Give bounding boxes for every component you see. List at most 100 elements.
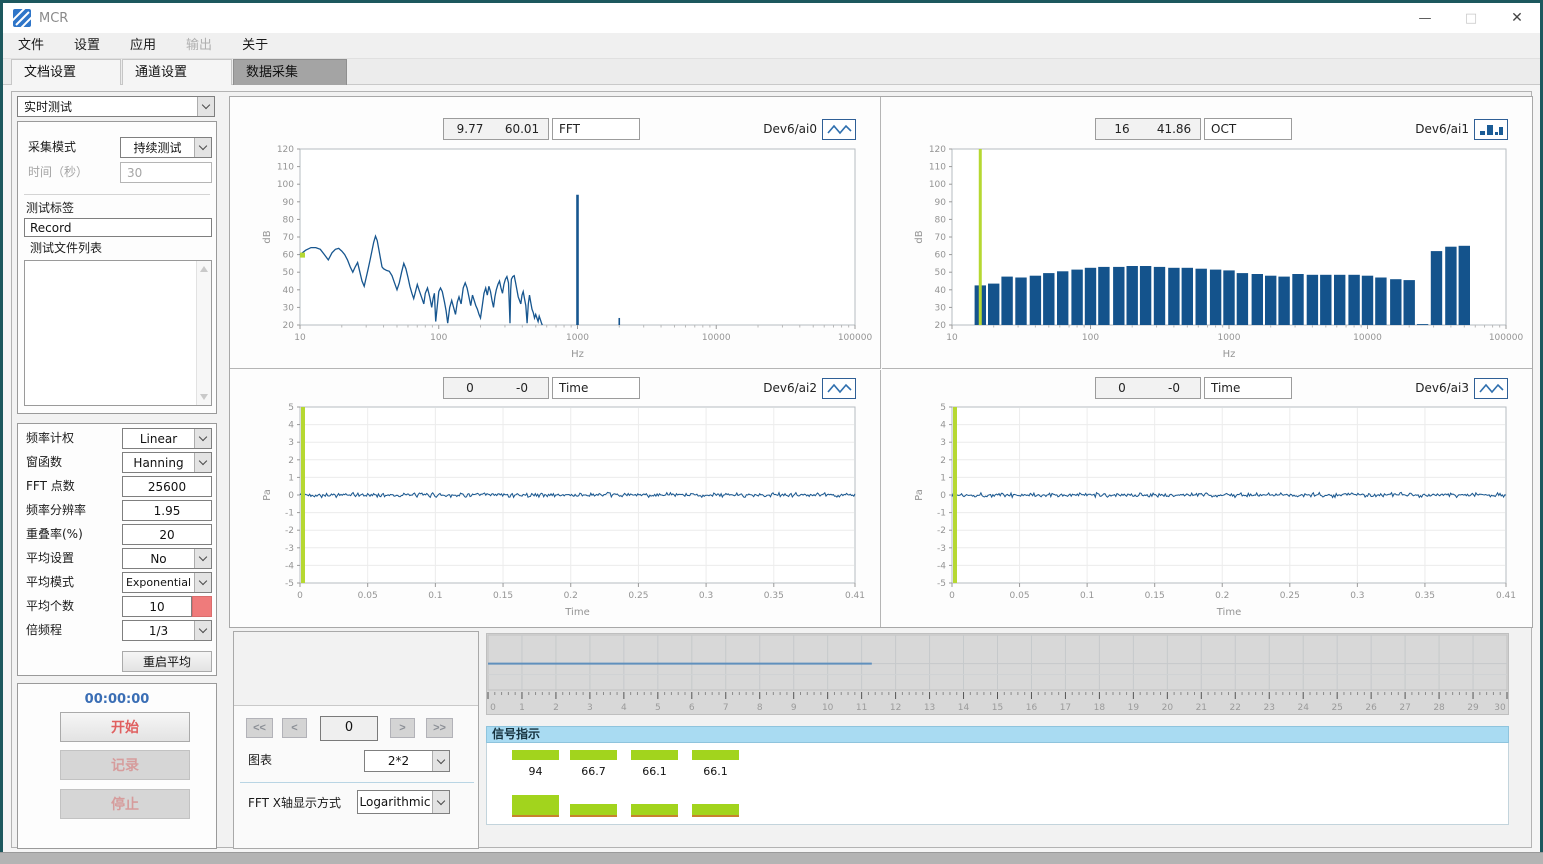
- avg-mode-select[interactable]: Exponential: [122, 572, 212, 593]
- svg-text:0.1: 0.1: [428, 591, 442, 601]
- chart-layout-label: 图表: [248, 750, 272, 771]
- menu-settings[interactable]: 设置: [59, 33, 115, 59]
- svg-text:6: 6: [689, 703, 695, 713]
- avg-setting-select[interactable]: No: [122, 548, 212, 569]
- svg-text:80: 80: [283, 215, 295, 225]
- cursor-x-value: 9.77: [444, 119, 496, 139]
- chevron-down-icon[interactable]: [432, 751, 449, 771]
- restart-average-button[interactable]: 重启平均: [122, 651, 212, 672]
- line-plot-icon[interactable]: [1474, 378, 1508, 399]
- test-mode-select[interactable]: 实时测试: [17, 96, 215, 117]
- time-chart-ai2[interactable]: -5-4-3-2-101234500.050.10.150.20.250.30.…: [230, 402, 881, 627]
- minimize-button[interactable]: —: [1402, 3, 1448, 33]
- avg-mode-value: Exponential: [123, 573, 194, 592]
- divider: [24, 194, 210, 195]
- svg-text:18: 18: [1094, 703, 1106, 713]
- chevron-down-icon[interactable]: [432, 791, 449, 813]
- chevron-down-icon[interactable]: [194, 429, 211, 448]
- svg-text:Hz: Hz: [571, 349, 584, 360]
- svg-text:70: 70: [935, 233, 947, 243]
- svg-text:Hz: Hz: [1223, 349, 1236, 360]
- nav-next-button[interactable]: >: [390, 718, 415, 738]
- line-plot-icon[interactable]: [822, 378, 856, 399]
- chart-type-box[interactable]: Time: [1204, 377, 1292, 399]
- test-file-list[interactable]: [24, 260, 212, 406]
- tab-channel-settings[interactable]: 通道设置: [122, 59, 232, 85]
- time-chart-ai3[interactable]: -5-4-3-2-101234500.050.10.150.20.250.30.…: [882, 402, 1532, 627]
- chevron-down-icon[interactable]: [194, 573, 211, 592]
- stop-button[interactable]: 停止: [60, 789, 190, 819]
- cursor-y-value: -0: [1148, 378, 1200, 398]
- maximize-button[interactable]: □: [1448, 3, 1494, 33]
- signal-meter-bar: [692, 804, 739, 817]
- chevron-down-icon[interactable]: [194, 453, 211, 472]
- channel-selector[interactable]: Dev6/ai1: [1415, 118, 1508, 140]
- chevron-down-icon[interactable]: [194, 138, 211, 157]
- menu-application[interactable]: 应用: [115, 33, 171, 59]
- overlap-input[interactable]: [122, 524, 212, 545]
- channel-selector[interactable]: Dev6/ai0: [763, 118, 856, 140]
- close-button[interactable]: ✕: [1494, 3, 1540, 33]
- fft-xaxis-select[interactable]: Logarithmic: [357, 790, 450, 814]
- acquisition-mode-select[interactable]: 持续测试: [120, 137, 212, 158]
- acquisition-mode-value: 持续测试: [121, 138, 194, 157]
- octave-chart[interactable]: 2030405060708090100110120101001000100001…: [882, 144, 1532, 369]
- chart-layout-select[interactable]: 2*2: [364, 750, 450, 772]
- freq-weighting-select[interactable]: Linear: [122, 428, 212, 449]
- chart-type-box[interactable]: FFT: [552, 118, 640, 140]
- time-seconds-input[interactable]: [120, 162, 212, 183]
- svg-text:110: 110: [277, 163, 294, 173]
- freq-weighting-label: 频率计权: [26, 428, 74, 449]
- svg-text:Time: Time: [564, 607, 589, 618]
- freq-resolution-input[interactable]: [122, 500, 212, 521]
- svg-text:0: 0: [949, 591, 955, 601]
- svg-text:10: 10: [822, 703, 834, 713]
- chevron-down-icon[interactable]: [194, 621, 211, 640]
- menu-file[interactable]: 文件: [3, 33, 59, 59]
- menu-about[interactable]: 关于: [227, 33, 283, 59]
- record-button[interactable]: 记录: [60, 750, 190, 780]
- window-func-select[interactable]: Hanning: [122, 452, 212, 473]
- nav-index-field[interactable]: 0: [320, 716, 378, 741]
- timeline-ruler[interactable]: 0123456789101112131415161718192021222324…: [487, 634, 1508, 714]
- svg-text:28: 28: [1433, 703, 1445, 713]
- svg-text:-1: -1: [285, 509, 294, 519]
- avg-count-input[interactable]: [122, 596, 192, 617]
- svg-text:12: 12: [890, 703, 901, 713]
- svg-text:8: 8: [757, 703, 763, 713]
- signal-level-bar: [631, 750, 678, 760]
- svg-text:110: 110: [929, 163, 946, 173]
- fft-points-input[interactable]: [122, 476, 212, 497]
- svg-text:80: 80: [935, 215, 947, 225]
- svg-text:100: 100: [1082, 333, 1099, 343]
- fft-chart[interactable]: 2030405060708090100110120101001000100001…: [230, 144, 881, 369]
- nav-prev-button[interactable]: <: [282, 718, 307, 738]
- svg-text:-3: -3: [285, 544, 294, 554]
- channel-selector[interactable]: Dev6/ai3: [1415, 377, 1508, 399]
- channel-selector[interactable]: Dev6/ai2: [763, 377, 856, 399]
- chevron-down-icon[interactable]: [197, 97, 214, 116]
- scrollbar[interactable]: [196, 261, 211, 405]
- chevron-down-icon[interactable]: [194, 549, 211, 568]
- svg-text:-4: -4: [285, 561, 294, 571]
- chart-type-box[interactable]: Time: [552, 377, 640, 399]
- fft-xaxis-value: Logarithmic: [358, 791, 432, 813]
- svg-text:-2: -2: [937, 526, 946, 536]
- chart-type-box[interactable]: OCT: [1204, 118, 1292, 140]
- scroll-up-icon[interactable]: [200, 266, 208, 272]
- record-timeline[interactable]: 0123456789101112131415161718192021222324…: [486, 633, 1509, 715]
- octave-select[interactable]: 1/3: [122, 620, 212, 641]
- line-plot-icon[interactable]: [822, 119, 856, 140]
- bar-plot-icon[interactable]: [1474, 119, 1508, 140]
- nav-first-button[interactable]: <<: [246, 718, 273, 738]
- svg-text:0.05: 0.05: [1010, 591, 1030, 601]
- start-button[interactable]: 开始: [60, 712, 190, 742]
- tab-data-acquisition[interactable]: 数据采集: [233, 59, 347, 85]
- svg-text:16: 16: [1026, 703, 1038, 713]
- svg-text:60: 60: [935, 251, 947, 261]
- scroll-down-icon[interactable]: [200, 394, 208, 400]
- nav-last-button[interactable]: >>: [426, 718, 453, 738]
- tab-document-settings[interactable]: 文档设置: [11, 59, 121, 85]
- test-tag-input[interactable]: [24, 218, 212, 237]
- avg-setting-value: No: [123, 549, 194, 568]
